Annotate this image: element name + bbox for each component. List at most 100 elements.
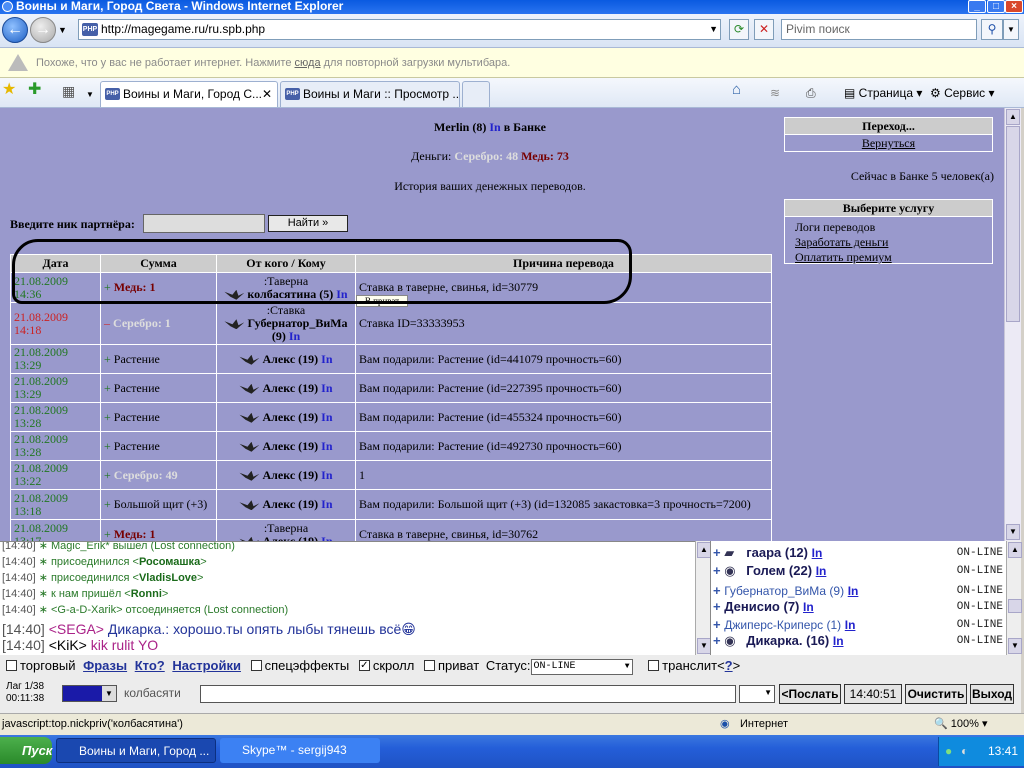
stop-button[interactable]: ✕ [754,19,774,40]
who-link[interactable]: Кто? [135,658,165,673]
user-info-link[interactable]: In [803,600,814,614]
pay-premium-link[interactable]: Оплатить премиум [785,250,992,265]
scroll-thumb[interactable] [1008,599,1022,613]
chat-scrollbar[interactable]: ▲ ▼ [695,541,711,655]
users-scrollbar[interactable]: ▲ ▼ [1006,541,1022,655]
user-row[interactable]: + ▰ гаара (12) In ON-LINE [713,545,1005,561]
phrases-link[interactable]: Фразы [83,658,127,673]
minimize-button[interactable]: _ [968,0,986,13]
quick-tabs-icon[interactable]: ▦ [62,82,75,100]
user-info-link[interactable]: In [321,439,332,453]
message-input[interactable] [200,685,736,703]
tab-active[interactable]: PHP Воины и Маги, Город С... ✕ [100,81,278,107]
forward-button[interactable]: → [30,17,56,43]
private-checkbox[interactable] [423,660,435,672]
user-info-link[interactable]: In [845,618,856,632]
tab-2[interactable]: PHP Воины и Маги :: Просмотр ... [280,81,460,107]
who-nick[interactable]: Алекс (19) [262,352,318,366]
trade-checkbox[interactable] [6,660,17,672]
color-select[interactable]: ▼ [62,685,117,702]
tray-icon[interactable]: ◐ [961,737,968,766]
user-info-link[interactable]: In [321,468,332,482]
who-nick[interactable]: Алекс (19) [262,534,318,541]
task-skype[interactable]: Skype™ - sergij943 [220,738,380,763]
scroll-up-icon[interactable]: ▲ [697,542,711,558]
user-info-link[interactable]: In [321,534,332,541]
zoom-control[interactable]: 🔍 100% ▾ [934,714,987,734]
favorites-star-icon[interactable]: ★ [2,81,16,99]
scroll-down-icon[interactable]: ▼ [1006,524,1020,540]
status-select[interactable]: ON-LINE ▼ [530,658,633,675]
expand-user-icon[interactable]: + [713,599,721,614]
user-row[interactable]: + ◉ Дикарка. (16) In ON-LINE [713,633,1005,649]
user-row[interactable]: + Губернатор_ВиМа (9) In ON-LINE [713,583,1005,598]
back-link[interactable]: Вернуться [785,135,992,151]
new-tab-button[interactable] [462,81,490,107]
close-window-button[interactable]: × [1005,0,1023,13]
scroll-up-icon[interactable]: ▲ [1006,109,1020,125]
help-link[interactable]: ? [725,658,733,673]
tray-icon[interactable]: ● [945,737,952,766]
add-favorite-icon[interactable]: ✚ [28,81,41,99]
scroll-checkbox[interactable]: ✓ [358,660,370,672]
exit-button[interactable]: Выход [970,684,1014,704]
start-button[interactable]: Пуск [0,737,52,764]
user-row[interactable]: + Джиперс-Криперс (1) In ON-LINE [713,617,1005,632]
message-select[interactable]: ▼ [739,685,775,703]
service-menu[interactable]: ⚙ Сервис ▾ [930,84,995,102]
user-info-link[interactable]: In [289,329,300,343]
logs-link[interactable]: Логи переводов [785,220,992,235]
feeds-icon[interactable]: ≋ [770,84,780,102]
clear-button[interactable]: Очистить [905,684,967,704]
user-info-link[interactable]: In [833,634,844,648]
expand-user-icon[interactable]: + [713,633,721,648]
close-tab-icon[interactable]: ✕ [262,82,272,106]
user-info-link[interactable]: In [848,584,859,598]
scroll-down-icon[interactable]: ▼ [697,638,711,654]
who-nick[interactable]: Алекс (19) [262,410,318,424]
scroll-down-icon[interactable]: ▼ [1008,638,1022,654]
user-row[interactable]: + ◉ Голем (22) In ON-LINE [713,563,1005,579]
who-nick[interactable]: Алекс (19) [262,468,318,482]
expand-user-icon[interactable]: + [713,617,721,632]
settings-link[interactable]: Настройки [172,658,241,673]
refresh-button[interactable]: ⟳ [729,19,749,40]
expand-user-icon[interactable]: + [713,545,721,560]
expand-user-icon[interactable]: + [713,563,721,578]
history-dropdown-icon[interactable]: ▼ [58,25,67,35]
find-button[interactable]: Найти » [268,215,348,232]
scroll-up-icon[interactable]: ▲ [1008,542,1022,558]
content-scrollbar[interactable]: ▲ ▼ [1004,108,1021,541]
maximize-button[interactable]: □ [987,0,1005,13]
task-ie[interactable]: Воины и Маги, Город ... [56,738,216,763]
user-info-link[interactable]: In [321,381,332,395]
user-info-link[interactable]: In [816,564,827,578]
info-bar[interactable]: Похоже, что у вас не работает интернет. … [0,48,1024,78]
user-info-link[interactable]: In [489,120,500,134]
page-menu[interactable]: ▤ Страница ▾ [844,84,922,102]
user-info-link[interactable]: In [812,546,823,560]
print-icon[interactable]: ⎙ [806,84,816,102]
url-input[interactable]: PHP http://magegame.ru/ru.spb.php ▼ [78,19,721,40]
expand-user-icon[interactable]: + [713,583,721,598]
send-button[interactable]: <Послать [779,684,841,704]
scroll-thumb[interactable] [1006,126,1020,322]
user-info-link[interactable]: In [321,352,332,366]
who-nick[interactable]: Алекс (19) [262,381,318,395]
search-options-icon[interactable]: ▼ [1003,19,1019,40]
search-input[interactable]: Pivim поиск [781,19,977,40]
earn-money-link[interactable]: Заработать деньги [785,235,992,250]
back-button[interactable]: ← [2,17,28,43]
user-info-link[interactable]: In [321,497,332,511]
user-info-link[interactable]: In [321,410,332,424]
who-nick[interactable]: Алекс (19) [262,497,318,511]
user-row[interactable]: + Денисио (7) In ON-LINE [713,599,1005,614]
translit-checkbox[interactable] [648,660,660,672]
partner-nick-input[interactable] [143,214,265,233]
home-icon[interactable]: ⌂ [732,81,741,99]
who-nick[interactable]: Алекс (19) [262,439,318,453]
reload-link[interactable]: сюда [295,57,321,69]
effects-checkbox[interactable] [250,660,262,672]
tab-list-icon[interactable]: ▼ [86,86,94,104]
search-icon[interactable]: ⚲ [981,19,1003,40]
